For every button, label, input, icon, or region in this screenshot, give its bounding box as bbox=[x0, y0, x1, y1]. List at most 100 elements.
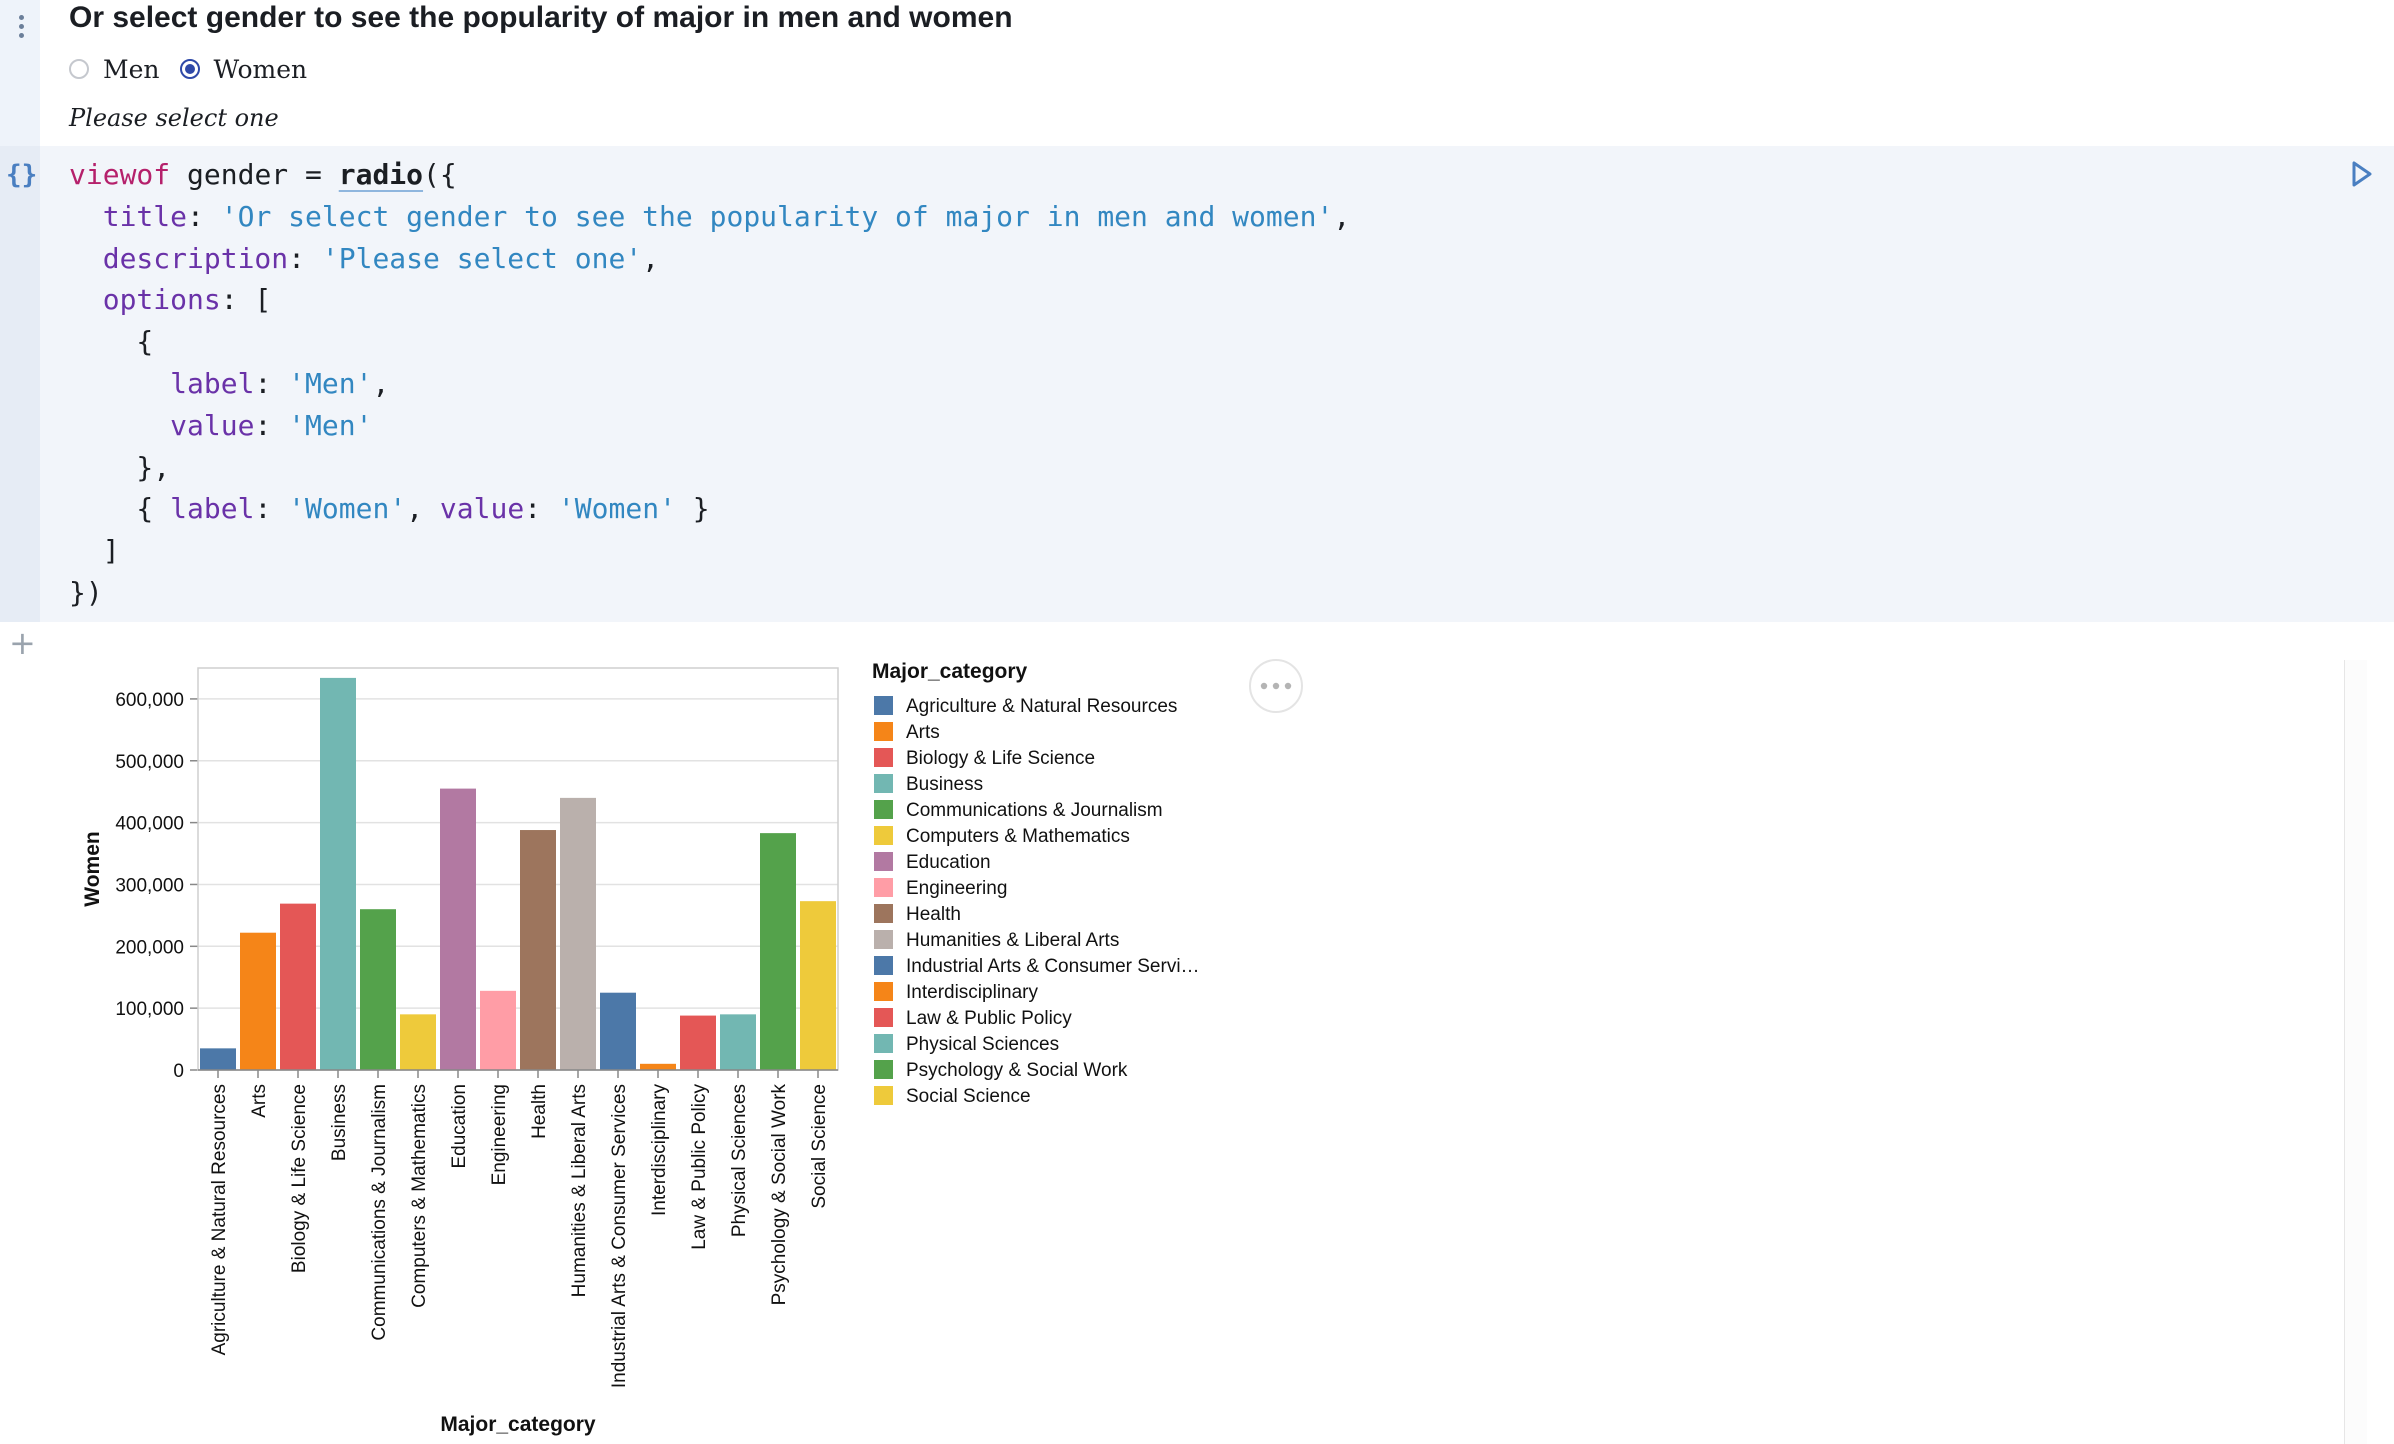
bar[interactable] bbox=[720, 1014, 756, 1070]
radio-form-title: Or select gender to see the popularity o… bbox=[69, 1, 1013, 34]
x-tick-label: Biology & Life Science bbox=[289, 1084, 310, 1273]
x-tick-label: Psychology & Social Work bbox=[769, 1084, 790, 1306]
braces-icon: {} bbox=[6, 160, 38, 190]
x-tick-label: Law & Public Policy bbox=[689, 1084, 710, 1250]
legend-label: Humanities & Liberal Arts bbox=[906, 930, 1119, 951]
legend-label: Health bbox=[906, 904, 961, 925]
radio-option-women[interactable]: Women bbox=[179, 54, 308, 84]
bar[interactable] bbox=[200, 1048, 236, 1070]
x-tick-label: Social Science bbox=[809, 1084, 830, 1209]
code-text: gender = bbox=[170, 158, 339, 191]
x-tick-label: Education bbox=[449, 1084, 470, 1169]
ellipsis-dot bbox=[1260, 682, 1268, 690]
bar[interactable] bbox=[560, 797, 596, 1070]
y-tick-label: 0 bbox=[173, 1061, 184, 1082]
code-keyword: viewof bbox=[69, 158, 171, 191]
legend-swatch bbox=[874, 1060, 893, 1079]
y-tick-label: 400,000 bbox=[115, 814, 184, 835]
legend-label: Social Science bbox=[906, 1086, 1031, 1107]
code-string: 'Men' bbox=[288, 408, 373, 442]
vertical-dots-icon[interactable] bbox=[12, 12, 30, 46]
code-property: title bbox=[102, 199, 188, 233]
gender-radio-group: Men Women bbox=[69, 52, 327, 86]
radio-option-men[interactable]: Men bbox=[69, 55, 160, 84]
legend-label: Psychology & Social Work bbox=[906, 1060, 1128, 1081]
code-property: label bbox=[170, 366, 255, 400]
x-tick-label: Arts bbox=[249, 1084, 270, 1118]
legend-swatch bbox=[874, 904, 893, 923]
ellipsis-dot bbox=[1284, 682, 1292, 690]
legend-label: Education bbox=[906, 852, 991, 873]
legend-title: Major_category bbox=[872, 660, 1028, 683]
legend-swatch bbox=[874, 1034, 893, 1053]
legend-swatch bbox=[874, 878, 893, 897]
bar[interactable] bbox=[760, 833, 796, 1070]
legend-swatch bbox=[874, 930, 893, 949]
x-tick-label: Engineering bbox=[489, 1084, 510, 1185]
legend-label: Physical Sciences bbox=[906, 1034, 1059, 1055]
bar[interactable] bbox=[480, 990, 516, 1070]
legend-swatch bbox=[874, 826, 893, 845]
legend-label: Biology & Life Science bbox=[906, 748, 1095, 769]
code-cell[interactable]: {} viewof gender = radio({ title: 'Or se… bbox=[0, 146, 2394, 622]
code-editor[interactable]: viewof gender = radio({ title: 'Or selec… bbox=[69, 154, 1350, 614]
legend-label: Engineering bbox=[906, 878, 1007, 899]
legend-swatch bbox=[874, 800, 893, 819]
legend-label: Computers & Mathematics bbox=[906, 826, 1130, 847]
x-tick-label: Humanities & Liberal Arts bbox=[569, 1084, 590, 1297]
legend-swatch bbox=[874, 774, 893, 793]
code-property: value bbox=[170, 408, 255, 442]
legend-label: Communications & Journalism bbox=[906, 800, 1163, 821]
legend-label: Agriculture & Natural Resources bbox=[906, 696, 1177, 717]
x-tick-label: Physical Sciences bbox=[729, 1084, 750, 1237]
bar[interactable] bbox=[600, 992, 636, 1070]
code-string: 'Please select one' bbox=[321, 241, 643, 275]
legend-label: Law & Public Policy bbox=[906, 1008, 1072, 1029]
bar[interactable] bbox=[360, 909, 396, 1070]
legend-label: Industrial Arts & Consumer Servi… bbox=[906, 956, 1200, 977]
ellipsis-dot bbox=[1272, 682, 1280, 690]
x-tick-label: Agriculture & Natural Resources bbox=[209, 1084, 230, 1355]
chart-container: 0 100,000 200,000 300,000 400,000 500,000 600,… bbox=[0, 640, 2394, 1444]
bar[interactable] bbox=[680, 1015, 716, 1070]
code-property: options bbox=[102, 283, 221, 317]
legend-swatch bbox=[874, 696, 893, 715]
y-tick-label: 100,000 bbox=[115, 999, 184, 1020]
code-text: ({ bbox=[423, 158, 457, 191]
legend-swatch bbox=[874, 748, 893, 767]
bar-chart: 0 100,000 200,000 300,000 400,000 500,000 600,… bbox=[81, 659, 1303, 1436]
bar[interactable] bbox=[240, 932, 276, 1070]
radio-label-women: Women bbox=[213, 54, 308, 84]
legend-swatch bbox=[874, 982, 893, 1001]
bar[interactable] bbox=[280, 903, 316, 1070]
code-string: 'Women' bbox=[288, 492, 407, 526]
x-axis-title: Major_category bbox=[440, 1413, 596, 1436]
code-property: value bbox=[439, 492, 525, 526]
code-string: 'Men' bbox=[288, 366, 373, 400]
legend-label: Arts bbox=[906, 722, 940, 743]
legend-swatch bbox=[874, 1008, 893, 1027]
legend-label: Interdisciplinary bbox=[906, 982, 1038, 1003]
bar[interactable] bbox=[640, 1063, 676, 1070]
y-tick-label: 300,000 bbox=[115, 875, 184, 896]
bar[interactable] bbox=[440, 788, 476, 1070]
code-function-link[interactable]: radio bbox=[339, 158, 423, 191]
x-tick-label: Health bbox=[529, 1084, 550, 1139]
code-string: 'Women' bbox=[557, 492, 676, 526]
y-tick-label: 600,000 bbox=[115, 690, 184, 711]
code-property: label bbox=[170, 492, 255, 526]
bar[interactable] bbox=[800, 901, 836, 1070]
run-play-icon[interactable] bbox=[2350, 160, 2374, 188]
x-tick-label: Communications & Journalism bbox=[369, 1084, 390, 1341]
bar[interactable] bbox=[520, 830, 556, 1070]
radio-button-women[interactable] bbox=[179, 59, 200, 79]
radio-form-description: Please select one bbox=[69, 104, 279, 132]
legend-swatch bbox=[874, 1086, 893, 1105]
radio-button-men[interactable] bbox=[69, 59, 89, 79]
bar[interactable] bbox=[320, 677, 356, 1070]
legend-label: Business bbox=[906, 774, 983, 795]
y-axis-title: Women bbox=[81, 831, 104, 906]
x-tick-label: Interdisciplinary bbox=[649, 1084, 670, 1216]
radio-label-men: Men bbox=[103, 54, 160, 84]
bar[interactable] bbox=[400, 1014, 436, 1070]
